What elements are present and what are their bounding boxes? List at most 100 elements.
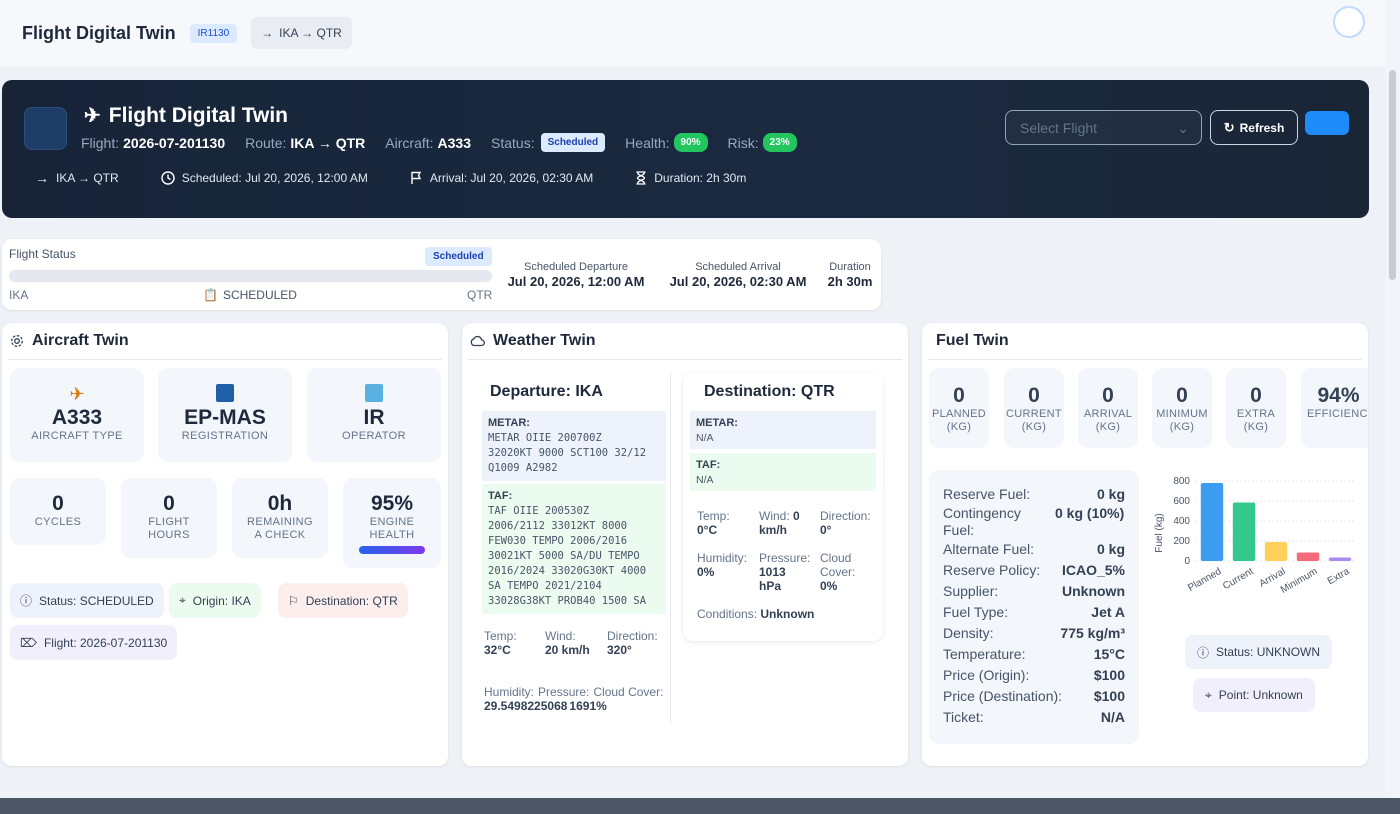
flight-value: 2026-07-201130: [123, 134, 226, 151]
aircraft-type-value: A333: [51, 406, 103, 429]
chart-x-ticks: PlannedCurrent ArrivalMinimum Extra: [1186, 566, 1352, 596]
destination-pressure-value: 1013: [759, 565, 786, 579]
departure-weather-title: Departure: IKA: [490, 383, 603, 400]
departure-humidity-value: 29.5498225068: [484, 699, 568, 713]
destination-chip: ⚐ Destination: QTR: [278, 583, 408, 618]
fuel-arrival-tile: 0 ARRIVAL (KG): [1078, 368, 1138, 448]
progress-state-text: SCHEDULED: [222, 288, 297, 302]
id-card-icon: [158, 384, 292, 406]
destination-conditions-label: Conditions:: [697, 607, 758, 621]
refresh-label: Refresh: [1239, 120, 1285, 135]
fuel-detail-value: 0 kg: [1096, 541, 1125, 557]
aircraft-type-tile: ✈ A333 AIRCRAFT TYPE: [10, 368, 144, 462]
departure-taf-line: 2006/2112 33012KT 8000: [488, 520, 628, 532]
chart-bars: [1200, 483, 1352, 561]
departure-temp-value: 32°C: [484, 643, 511, 657]
aircraft-value: A333: [437, 134, 471, 151]
destination-humidity: Humidity: 0%: [697, 551, 757, 579]
departure-humidity-label: Humidity:: [484, 685, 535, 699]
destination-taf: TAF: N/A: [690, 453, 876, 491]
flight-status-label: Flight Status: [9, 247, 76, 261]
departure-taf-line: FEW030 TEMPO 2006/2016: [488, 535, 628, 547]
fuel-detail-row: Price (Origin): $100: [943, 665, 1125, 686]
fuel-current-caption: CURRENT: [1006, 408, 1062, 420]
fuel-minimum-caption: MINIMUM: [1156, 408, 1208, 420]
engine-health-value: 95%: [370, 492, 414, 515]
chart-y-ticks: 0 200 400 600 800: [1173, 476, 1190, 567]
fuel-detail-label: Reserve Fuel:: [943, 486, 1031, 502]
flight-header: ✈ Flight Digital Twin Flight: 2026-07-20…: [2, 80, 1369, 218]
destination-cloud: Cloud Cover: 0%: [820, 551, 880, 593]
refresh-button[interactable]: ↻ Refresh: [1210, 110, 1298, 145]
departure-taf-line: SA TEMPO 2021/2104: [488, 580, 602, 592]
destination-direction-value: 0°: [820, 523, 832, 537]
weather-twin-title-text: Weather Twin: [493, 332, 596, 349]
health-pill: 90%: [673, 133, 708, 152]
destination-metar-value: N/A: [696, 432, 714, 444]
departure-humidity-row: Humidity: Pressure: Cloud Cover: 29.5498…: [484, 685, 674, 715]
bar-planned: [1200, 483, 1224, 561]
fuel-point-chip: ⌖ Point: Unknown: [1193, 678, 1315, 712]
arrow-right-icon: →: [261, 26, 274, 40]
departure-wind-label: Wind:: [545, 629, 576, 643]
flight-chip-text: Flight: 2026-07-201130: [43, 635, 168, 650]
departure-pressure-label: Pressure:: [538, 685, 590, 699]
clipboard-icon: 📋: [203, 288, 218, 302]
departure-metar-label: METAR:: [488, 417, 530, 429]
avatar[interactable]: [1333, 6, 1365, 38]
departure-temp: Temp: 32°C: [484, 629, 542, 657]
destination-wind: Wind: 0 km/h: [759, 509, 817, 537]
destination-wind-unit: km/h: [759, 523, 788, 537]
x-tick-label: Current: [1221, 566, 1256, 592]
map-pin-icon: ⌖: [179, 593, 186, 607]
sub-duration-text: Duration: 2h 30m: [654, 171, 747, 185]
sched-departure-label: Scheduled Departure: [524, 261, 628, 273]
risk-pill: 23%: [762, 133, 797, 152]
destination-conditions-value: Unknown: [760, 607, 815, 621]
refresh-icon: ↻: [1223, 119, 1235, 135]
fuel-minimum-tile: 0 MINIMUM (KG): [1152, 368, 1212, 448]
sched-arrival-value: Jul 20, 2026, 02:30 AM: [669, 274, 807, 289]
fuel-detail-row: Supplier: Unknown: [943, 581, 1125, 602]
departure-cloud-label: Cloud Cover:: [593, 685, 664, 699]
sched-arrival: Scheduled Arrival Jul 20, 2026, 02:30 AM: [663, 261, 813, 289]
flag-icon: [411, 171, 421, 184]
route-chip[interactable]: → IKA → QTR: [251, 17, 352, 49]
flight-sub-meta: → IKA → QTR Scheduled: Jul 20, 2026, 12:…: [35, 170, 788, 186]
sub-duration: Duration: 2h 30m: [635, 171, 746, 185]
flight-meta: Flight: 2026-07-201130 Route: IKA → QTR …: [81, 133, 797, 152]
fuel-extra-tile: 0 EXTRA (KG): [1226, 368, 1286, 448]
primary-action-button[interactable]: [1305, 111, 1349, 135]
departure-wind: Wind: 20 km/h: [545, 629, 599, 657]
cycles-value: 0: [52, 492, 64, 515]
fuel-bar-chart: 0200400600800 PlannedCurrent ArrivalMinim…: [1154, 476, 1356, 596]
fuel-current-tile: 0 CURRENT (KG): [1004, 368, 1064, 448]
fuel-detail-value: Jet A: [1091, 604, 1125, 620]
status-chip-text: Status: SCHEDULED: [39, 593, 154, 608]
fuel-detail-value: N/A: [1100, 709, 1125, 725]
fuel-twin-card: Fuel Twin 0 PLANNED (KG) 0 CURRENT (KG) …: [922, 323, 1368, 766]
flight-status-badge: Scheduled: [425, 247, 492, 266]
fuel-detail-label: Fuel Type:: [943, 604, 1009, 620]
operator-tile: IR OPERATOR: [307, 368, 441, 462]
fuel-detail-row: Contingency Fuel: 0 kg (10%): [943, 505, 1125, 539]
scrollbar-thumb[interactable]: [1389, 70, 1396, 280]
remaining-a-check-caption-2: A CHECK: [254, 529, 306, 541]
fuel-detail-value: 775 kg/m³: [1060, 625, 1125, 641]
origin-chip: ⌖ Origin: IKA: [169, 583, 261, 618]
fuel-minimum-unit: (KG): [1169, 421, 1195, 433]
fuel-detail-label: Density:: [943, 625, 994, 641]
fuel-detail-label: Reserve Policy:: [943, 562, 1041, 578]
scrollbar[interactable]: [1385, 0, 1400, 798]
departure-metar-line: 32020KT 9000 SCT100 32/12: [488, 447, 647, 459]
select-flight-dropdown[interactable]: Select Flight ⌄: [1005, 110, 1202, 145]
fuel-planned-caption: PLANNED: [931, 408, 987, 420]
fuel-planned-unit: (KG): [946, 421, 972, 433]
aircraft-label: Aircraft:: [385, 134, 434, 151]
fuel-point-chip-text: Point: Unknown: [1218, 688, 1303, 702]
status-pill: Scheduled: [540, 133, 606, 152]
engine-health-bar: [359, 546, 425, 554]
departure-weather: Departure: IKA METAR: METAR OIIE 200700Z…: [468, 373, 670, 723]
fuel-detail-value: ICAO_5%: [1061, 562, 1125, 578]
x-tick-label: Planned: [1186, 566, 1223, 594]
